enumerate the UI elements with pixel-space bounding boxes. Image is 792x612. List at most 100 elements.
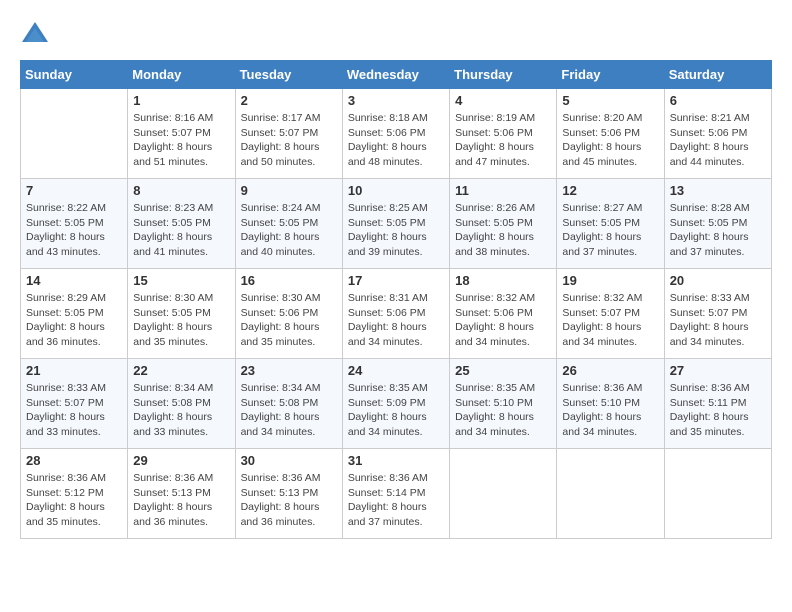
calendar-cell: 5Sunrise: 8:20 AM Sunset: 5:06 PM Daylig…: [557, 89, 664, 179]
calendar-cell: 10 Sunrise: 8:25 AM Sunset: 5:05 PM Dayli…: [342, 179, 449, 269]
day-info: Sunrise: 8:31 AM Sunset: 5:06 PM Dayligh…: [348, 291, 444, 350]
day-info: Sunrise: 8:36 AM Sunset: 5:13 PM Dayligh…: [133, 471, 229, 530]
day-number: 21: [26, 363, 122, 378]
day-info: Sunrise: 8:35 AM Sunset: 5:10 PM Dayligh…: [455, 381, 551, 440]
day-info: Sunrise: 8:36 AM Sunset: 5:13 PM Dayligh…: [241, 471, 337, 530]
day-number: 2: [241, 93, 337, 108]
column-header-sunday: Sunday: [21, 61, 128, 89]
week-row-1: 1 Sunrise: 8:16 AM Sunset: 5:07 PM Daylig…: [21, 89, 772, 179]
page-header: [20, 20, 772, 50]
day-number: 10: [348, 183, 444, 198]
day-number: 20: [670, 273, 766, 288]
calendar-cell: 19 Sunrise: 8:32 AM Sunset: 5:07 PM Dayli…: [557, 269, 664, 359]
day-number: 25: [455, 363, 551, 378]
day-number: 22: [133, 363, 229, 378]
day-info: Sunrise: 8:25 AM Sunset: 5:05 PM Dayligh…: [348, 201, 444, 260]
calendar-cell: 3Sunrise: 8:18 AM Sunset: 5:06 PM Daylig…: [342, 89, 449, 179]
day-number: 29: [133, 453, 229, 468]
day-number: 12: [562, 183, 658, 198]
day-info: Sunrise: 8:27 AM Sunset: 5:05 PM Dayligh…: [562, 201, 658, 260]
day-info: Sunrise: 8:24 AM Sunset: 5:05 PM Dayligh…: [241, 201, 337, 260]
logo-icon: [20, 20, 50, 50]
day-number: 4: [455, 93, 551, 108]
week-row-5: 28 Sunrise: 8:36 AM Sunset: 5:12 PM Dayli…: [21, 449, 772, 539]
day-info: Sunrise: 8:32 AM Sunset: 5:07 PM Dayligh…: [562, 291, 658, 350]
calendar-cell: 26 Sunrise: 8:36 AM Sunset: 5:10 PM Dayli…: [557, 359, 664, 449]
day-info: Sunrise: 8:32 AM Sunset: 5:06 PM Dayligh…: [455, 291, 551, 350]
day-number: 24: [348, 363, 444, 378]
column-header-thursday: Thursday: [450, 61, 557, 89]
calendar-cell: 28 Sunrise: 8:36 AM Sunset: 5:12 PM Dayli…: [21, 449, 128, 539]
calendar-cell: 8 Sunrise: 8:23 AM Sunset: 5:05 PM Daylig…: [128, 179, 235, 269]
day-number: 5: [562, 93, 658, 108]
day-number: 16: [241, 273, 337, 288]
day-info: Sunrise: 8:29 AM Sunset: 5:05 PM Dayligh…: [26, 291, 122, 350]
calendar-cell: 15 Sunrise: 8:30 AM Sunset: 5:05 PM Dayli…: [128, 269, 235, 359]
day-number: 7: [26, 183, 122, 198]
column-header-wednesday: Wednesday: [342, 61, 449, 89]
day-info: Sunrise: 8:34 AM Sunset: 5:08 PM Dayligh…: [133, 381, 229, 440]
calendar-cell: 25 Sunrise: 8:35 AM Sunset: 5:10 PM Dayli…: [450, 359, 557, 449]
calendar-cell: 2 Sunrise: 8:17 AM Sunset: 5:07 PM Daylig…: [235, 89, 342, 179]
day-number: 3: [348, 93, 444, 108]
calendar-cell: 16Sunrise: 8:30 AM Sunset: 5:06 PM Dayli…: [235, 269, 342, 359]
day-info: Sunrise: 8:33 AM Sunset: 5:07 PM Dayligh…: [26, 381, 122, 440]
day-number: 23: [241, 363, 337, 378]
calendar-cell: 30 Sunrise: 8:36 AM Sunset: 5:13 PM Dayli…: [235, 449, 342, 539]
day-info: Sunrise: 8:17 AM Sunset: 5:07 PM Dayligh…: [241, 111, 337, 170]
calendar-cell: 22 Sunrise: 8:34 AM Sunset: 5:08 PM Dayli…: [128, 359, 235, 449]
column-header-friday: Friday: [557, 61, 664, 89]
day-info: Sunrise: 8:19 AM Sunset: 5:06 PM Dayligh…: [455, 111, 551, 170]
day-number: 9: [241, 183, 337, 198]
day-number: 11: [455, 183, 551, 198]
day-number: 6: [670, 93, 766, 108]
day-number: 19: [562, 273, 658, 288]
day-info: Sunrise: 8:22 AM Sunset: 5:05 PM Dayligh…: [26, 201, 122, 260]
day-number: 1: [133, 93, 229, 108]
day-info: Sunrise: 8:16 AM Sunset: 5:07 PM Dayligh…: [133, 111, 229, 170]
day-number: 26: [562, 363, 658, 378]
day-number: 28: [26, 453, 122, 468]
calendar-cell: 31 Sunrise: 8:36 AM Sunset: 5:14 PM Dayli…: [342, 449, 449, 539]
calendar-cell: 27Sunrise: 8:36 AM Sunset: 5:11 PM Dayli…: [664, 359, 771, 449]
day-info: Sunrise: 8:26 AM Sunset: 5:05 PM Dayligh…: [455, 201, 551, 260]
day-info: Sunrise: 8:23 AM Sunset: 5:05 PM Dayligh…: [133, 201, 229, 260]
calendar-cell: 6Sunrise: 8:21 AM Sunset: 5:06 PM Daylig…: [664, 89, 771, 179]
calendar-cell: 7 Sunrise: 8:22 AM Sunset: 5:05 PM Daylig…: [21, 179, 128, 269]
calendar-cell: 29 Sunrise: 8:36 AM Sunset: 5:13 PM Dayli…: [128, 449, 235, 539]
calendar-cell: 4 Sunrise: 8:19 AM Sunset: 5:06 PM Daylig…: [450, 89, 557, 179]
calendar-cell: 21 Sunrise: 8:33 AM Sunset: 5:07 PM Dayli…: [21, 359, 128, 449]
calendar-cell: [557, 449, 664, 539]
calendar-cell: 20 Sunrise: 8:33 AM Sunset: 5:07 PM Dayli…: [664, 269, 771, 359]
week-row-2: 7 Sunrise: 8:22 AM Sunset: 5:05 PM Daylig…: [21, 179, 772, 269]
calendar-cell: [664, 449, 771, 539]
calendar-cell: 23Sunrise: 8:34 AM Sunset: 5:08 PM Dayli…: [235, 359, 342, 449]
week-row-3: 14 Sunrise: 8:29 AM Sunset: 5:05 PM Dayli…: [21, 269, 772, 359]
day-number: 8: [133, 183, 229, 198]
day-number: 31: [348, 453, 444, 468]
calendar-cell: 18Sunrise: 8:32 AM Sunset: 5:06 PM Dayli…: [450, 269, 557, 359]
week-row-4: 21 Sunrise: 8:33 AM Sunset: 5:07 PM Dayli…: [21, 359, 772, 449]
day-info: Sunrise: 8:36 AM Sunset: 5:10 PM Dayligh…: [562, 381, 658, 440]
day-info: Sunrise: 8:33 AM Sunset: 5:07 PM Dayligh…: [670, 291, 766, 350]
day-info: Sunrise: 8:30 AM Sunset: 5:05 PM Dayligh…: [133, 291, 229, 350]
header-row: SundayMondayTuesdayWednesdayThursdayFrid…: [21, 61, 772, 89]
calendar-table: SundayMondayTuesdayWednesdayThursdayFrid…: [20, 60, 772, 539]
day-number: 13: [670, 183, 766, 198]
calendar-cell: [450, 449, 557, 539]
calendar-cell: 13Sunrise: 8:28 AM Sunset: 5:05 PM Dayli…: [664, 179, 771, 269]
column-header-monday: Monday: [128, 61, 235, 89]
day-number: 15: [133, 273, 229, 288]
calendar-cell: 11 Sunrise: 8:26 AM Sunset: 5:05 PM Dayli…: [450, 179, 557, 269]
calendar-cell: 24Sunrise: 8:35 AM Sunset: 5:09 PM Dayli…: [342, 359, 449, 449]
column-header-saturday: Saturday: [664, 61, 771, 89]
day-number: 30: [241, 453, 337, 468]
day-info: Sunrise: 8:36 AM Sunset: 5:12 PM Dayligh…: [26, 471, 122, 530]
calendar-cell: [21, 89, 128, 179]
calendar-cell: 12 Sunrise: 8:27 AM Sunset: 5:05 PM Dayli…: [557, 179, 664, 269]
day-number: 14: [26, 273, 122, 288]
day-info: Sunrise: 8:36 AM Sunset: 5:11 PM Dayligh…: [670, 381, 766, 440]
logo: [20, 20, 54, 50]
calendar-cell: 9 Sunrise: 8:24 AM Sunset: 5:05 PM Daylig…: [235, 179, 342, 269]
day-info: Sunrise: 8:36 AM Sunset: 5:14 PM Dayligh…: [348, 471, 444, 530]
